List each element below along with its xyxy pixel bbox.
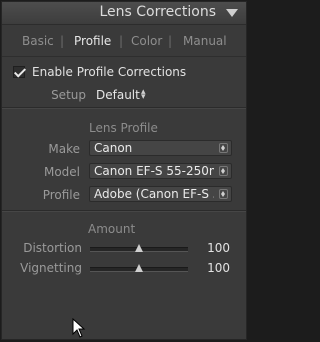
select-arrows-icon bbox=[219, 143, 228, 153]
distortion-label: Distortion bbox=[23, 241, 82, 255]
setup-label: Setup bbox=[51, 88, 86, 102]
setup-value[interactable]: Default bbox=[96, 88, 140, 102]
tab-bar: Basic | Profile | Color | Manual bbox=[2, 26, 246, 57]
mouse-pointer-icon bbox=[72, 318, 86, 338]
distortion-value[interactable]: 100 bbox=[207, 241, 230, 255]
tab-separator: | bbox=[60, 34, 65, 48]
tab-separator: | bbox=[119, 34, 124, 48]
distortion-slider-thumb[interactable] bbox=[135, 244, 143, 252]
vignetting-slider[interactable] bbox=[90, 264, 188, 272]
profile-label: Profile bbox=[42, 188, 80, 202]
make-label: Make bbox=[48, 142, 80, 156]
model-label: Model bbox=[43, 165, 80, 179]
tab-color[interactable]: Color bbox=[131, 34, 162, 48]
lens-profile-heading: Lens Profile bbox=[89, 121, 158, 135]
tab-manual[interactable]: Manual bbox=[183, 34, 227, 48]
profile-value: Adobe (Canon EF-S 5... bbox=[94, 187, 214, 201]
enable-profile-corrections-label[interactable]: Enable Profile Corrections bbox=[32, 65, 186, 79]
panel-title: Lens Corrections bbox=[99, 4, 216, 20]
amount-heading: Amount bbox=[88, 222, 136, 236]
vignetting-slider-thumb[interactable] bbox=[135, 264, 143, 272]
make-select[interactable]: Canon bbox=[89, 140, 232, 156]
profile-select[interactable]: Adobe (Canon EF-S 5... bbox=[89, 186, 232, 202]
select-arrows-icon bbox=[219, 166, 228, 176]
tab-basic[interactable]: Basic bbox=[22, 34, 54, 48]
model-select[interactable]: Canon EF-S 55-250m... bbox=[89, 163, 232, 179]
updown-arrows-icon[interactable]: ▴ ▾ bbox=[141, 88, 146, 102]
panel-header[interactable]: Lens Corrections bbox=[2, 2, 246, 25]
tab-separator: | bbox=[168, 34, 173, 48]
enable-profile-corrections-checkbox[interactable] bbox=[13, 66, 25, 78]
make-value: Canon bbox=[94, 141, 133, 155]
distortion-slider[interactable] bbox=[90, 244, 188, 252]
lens-corrections-panel: Lens Corrections Basic | Profile | Color… bbox=[1, 1, 247, 340]
select-arrows-icon bbox=[219, 189, 228, 199]
section-divider bbox=[2, 211, 246, 212]
section-divider bbox=[2, 108, 246, 109]
vignetting-label: Vignetting bbox=[20, 261, 82, 275]
model-value: Canon EF-S 55-250m... bbox=[94, 164, 214, 178]
tab-profile[interactable]: Profile bbox=[74, 34, 111, 48]
collapse-triangle-icon[interactable] bbox=[226, 9, 238, 17]
vignetting-value[interactable]: 100 bbox=[207, 261, 230, 275]
